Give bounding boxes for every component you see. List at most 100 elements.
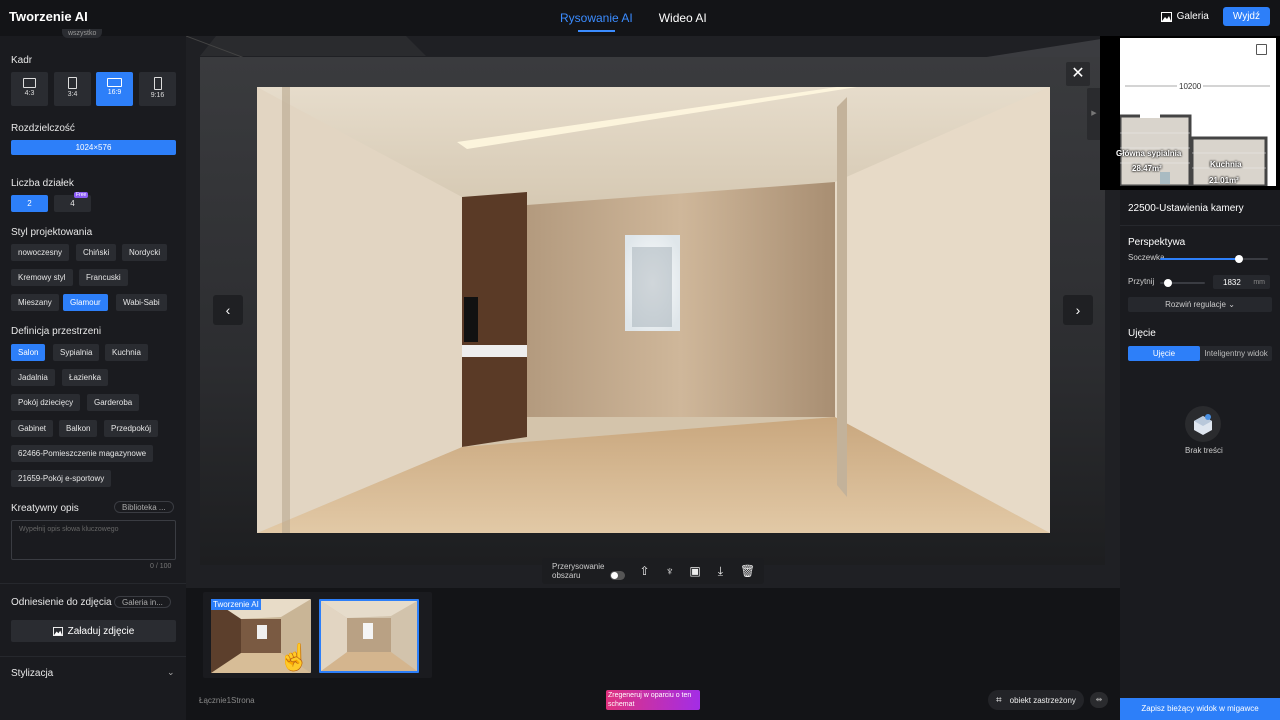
next-arrow-icon[interactable]: › bbox=[1063, 295, 1093, 325]
description-input[interactable]: Wypełnij opis słowa kluczowego bbox=[11, 520, 176, 560]
space-option-balcony[interactable]: Balkon bbox=[59, 420, 98, 437]
space-option-office[interactable]: Gabinet bbox=[11, 420, 54, 437]
thumbnail-label: Tworzenie AI bbox=[211, 599, 261, 610]
upload-photo-button[interactable]: Załaduj zdjęcie bbox=[11, 620, 176, 642]
split-icon[interactable]: ⇹ bbox=[1090, 692, 1108, 708]
shot-tabs: Ujęcie Inteligentny widok bbox=[1128, 346, 1272, 361]
tab-ai-drawing[interactable]: Rysowanie AI bbox=[560, 0, 633, 36]
tab-shot[interactable]: Ujęcie bbox=[1128, 346, 1200, 361]
resolution-title: Rozdzielczość bbox=[11, 123, 75, 134]
style-option-nordic[interactable]: Nordycki bbox=[122, 244, 168, 261]
clip-value-input[interactable]: 1832 mm bbox=[1213, 275, 1270, 289]
space-title: Definicja przestrzeni bbox=[11, 326, 102, 337]
collapse-handle[interactable]: ▶ bbox=[1087, 88, 1101, 140]
stylization-title[interactable]: Stylizacja bbox=[11, 668, 53, 679]
space-option-storage[interactable]: 62466-Pomieszczenie magazynowe bbox=[11, 445, 154, 462]
count-option-2[interactable]: 2 bbox=[11, 195, 48, 212]
app-title: Tworzenie AI bbox=[9, 9, 88, 24]
clean-icon[interactable]: ♆ bbox=[664, 564, 675, 578]
space-option-esports[interactable]: 21659-Pokój e-sportowy bbox=[11, 470, 112, 487]
chevron-down-icon[interactable]: ⌄ bbox=[167, 667, 175, 678]
close-icon[interactable]: ✕ bbox=[1066, 62, 1090, 86]
divider bbox=[0, 583, 186, 584]
clip-slider-knob[interactable] bbox=[1164, 279, 1172, 287]
camera-settings-title: 22500-Ustawienia kamery bbox=[1128, 203, 1244, 214]
prev-arrow-icon[interactable]: ‹ bbox=[213, 295, 243, 325]
delete-icon[interactable]: 🗑 bbox=[740, 564, 755, 578]
room-area-bedroom: 28.47m² bbox=[1132, 164, 1162, 173]
space-option-hallway[interactable]: Przedpokój bbox=[104, 420, 159, 437]
download-icon[interactable]: ⤓ bbox=[715, 564, 726, 578]
space-option-bathroom[interactable]: Łazienka bbox=[62, 369, 109, 386]
expand-map-icon[interactable] bbox=[1256, 44, 1267, 55]
lens-slider-fill bbox=[1160, 258, 1239, 260]
ratio-16-9[interactable]: 16:9 bbox=[96, 72, 133, 106]
empty-box-icon bbox=[1185, 406, 1221, 442]
empty-state-label: Brak treści bbox=[1185, 446, 1223, 455]
ratio-wide-icon bbox=[107, 78, 122, 87]
top-tabs: Rysowanie AI Wideo AI bbox=[560, 0, 707, 36]
lens-label: Soczewka bbox=[1128, 253, 1165, 262]
reserved-object-button[interactable]: ⌗ obiekt zastrzeżony bbox=[988, 690, 1084, 710]
redraw-toggle[interactable] bbox=[610, 570, 625, 580]
style-title: Styl projektowania bbox=[11, 227, 93, 238]
space-option-kids-room[interactable]: Pokój dziecięcy bbox=[11, 394, 81, 411]
clip-value: 1832 bbox=[1223, 278, 1241, 287]
hand-cursor-icon: ☝ bbox=[278, 642, 311, 672]
library-link[interactable]: Biblioteka ... bbox=[114, 501, 174, 513]
ratio-label: 4:3 bbox=[24, 90, 35, 97]
char-counter: 0 / 100 bbox=[150, 563, 172, 570]
creative-title: Kreatywny opis bbox=[11, 503, 79, 514]
expand-adjustments-button[interactable]: Rozwiń regulacje ⌄ bbox=[1128, 297, 1272, 312]
save-snapshot-button[interactable]: Zapisz bieżący widok w migawce bbox=[1120, 698, 1280, 720]
space-option-wardrobe[interactable]: Garderoba bbox=[87, 394, 140, 411]
scroll-hint: wszystko bbox=[62, 29, 103, 38]
space-option-kitchen[interactable]: Kuchnia bbox=[105, 344, 148, 361]
redraw-label-line1: Przerysowanie bbox=[552, 562, 605, 571]
gallery-label: Galeria bbox=[1176, 11, 1209, 22]
top-right-actions: Galeria Wyjdź bbox=[1160, 7, 1270, 26]
ratio-4-3[interactable]: 4:3 bbox=[11, 72, 48, 106]
image-icon bbox=[1160, 11, 1172, 22]
gallery-button[interactable]: Galeria bbox=[1160, 11, 1209, 22]
style-option-wabi-sabi[interactable]: Wabi-Sabi bbox=[116, 294, 167, 311]
style-option-modern[interactable]: nowoczesny bbox=[11, 244, 70, 261]
space-option-dining[interactable]: Jadalnia bbox=[11, 369, 55, 386]
image-icon bbox=[52, 626, 63, 636]
redraw-area-label: Przerysowanie obszaru bbox=[552, 562, 604, 580]
save-icon[interactable]: ▣ bbox=[689, 564, 700, 578]
style-option-french[interactable]: Francuski bbox=[79, 269, 128, 286]
style-option-glamour[interactable]: Glamour bbox=[63, 294, 108, 311]
regenerate-button[interactable]: Zregeneruj w oparciu o ten schemat bbox=[606, 690, 700, 710]
reference-gallery-link[interactable]: Galeria in... bbox=[114, 596, 171, 608]
thumbnail-2[interactable] bbox=[319, 599, 419, 673]
expand-label: Rozwiń regulacje bbox=[1165, 300, 1226, 309]
redraw-label-line2: obszaru bbox=[552, 571, 581, 580]
upload-icon[interactable]: ⇧ bbox=[639, 564, 650, 578]
resolution-selector[interactable]: 1024×576 bbox=[11, 140, 176, 155]
tab-smart-view[interactable]: Inteligentny widok bbox=[1200, 346, 1272, 361]
frame-title: Kadr bbox=[11, 55, 33, 66]
ratio-9-16[interactable]: 9:16 bbox=[139, 72, 176, 106]
room-name-bedroom: Główna sypialnia bbox=[1116, 149, 1182, 158]
style-option-mixed[interactable]: Mieszany bbox=[11, 294, 59, 311]
ratio-portrait-icon bbox=[68, 77, 77, 89]
clip-unit: mm bbox=[1253, 279, 1265, 286]
thumbnail-image bbox=[321, 601, 417, 671]
space-option-bedroom[interactable]: Sypialnia bbox=[53, 344, 100, 361]
lens-slider-knob[interactable] bbox=[1235, 255, 1243, 263]
style-option-cream[interactable]: Kremowy styl bbox=[11, 269, 73, 286]
style-option-chinese[interactable]: Chiński bbox=[76, 244, 117, 261]
count-title: Liczba działek bbox=[11, 178, 74, 189]
ratio-landscape-icon bbox=[23, 78, 36, 88]
space-option-salon[interactable]: Salon bbox=[11, 344, 46, 361]
ratio-3-4[interactable]: 3:4 bbox=[54, 72, 91, 106]
upload-label: Załaduj zdjęcie bbox=[67, 625, 135, 637]
tab-ai-video[interactable]: Wideo AI bbox=[659, 0, 707, 36]
plan-dimension: 10200 bbox=[1177, 82, 1204, 91]
generated-room-image[interactable] bbox=[257, 87, 1050, 533]
exit-button[interactable]: Wyjdź bbox=[1222, 7, 1270, 26]
ratio-tall-icon bbox=[153, 77, 162, 90]
top-bar: Tworzenie AI Rysowanie AI Wideo AI Galer… bbox=[0, 0, 1280, 36]
ratio-label: 16:9 bbox=[107, 89, 122, 96]
